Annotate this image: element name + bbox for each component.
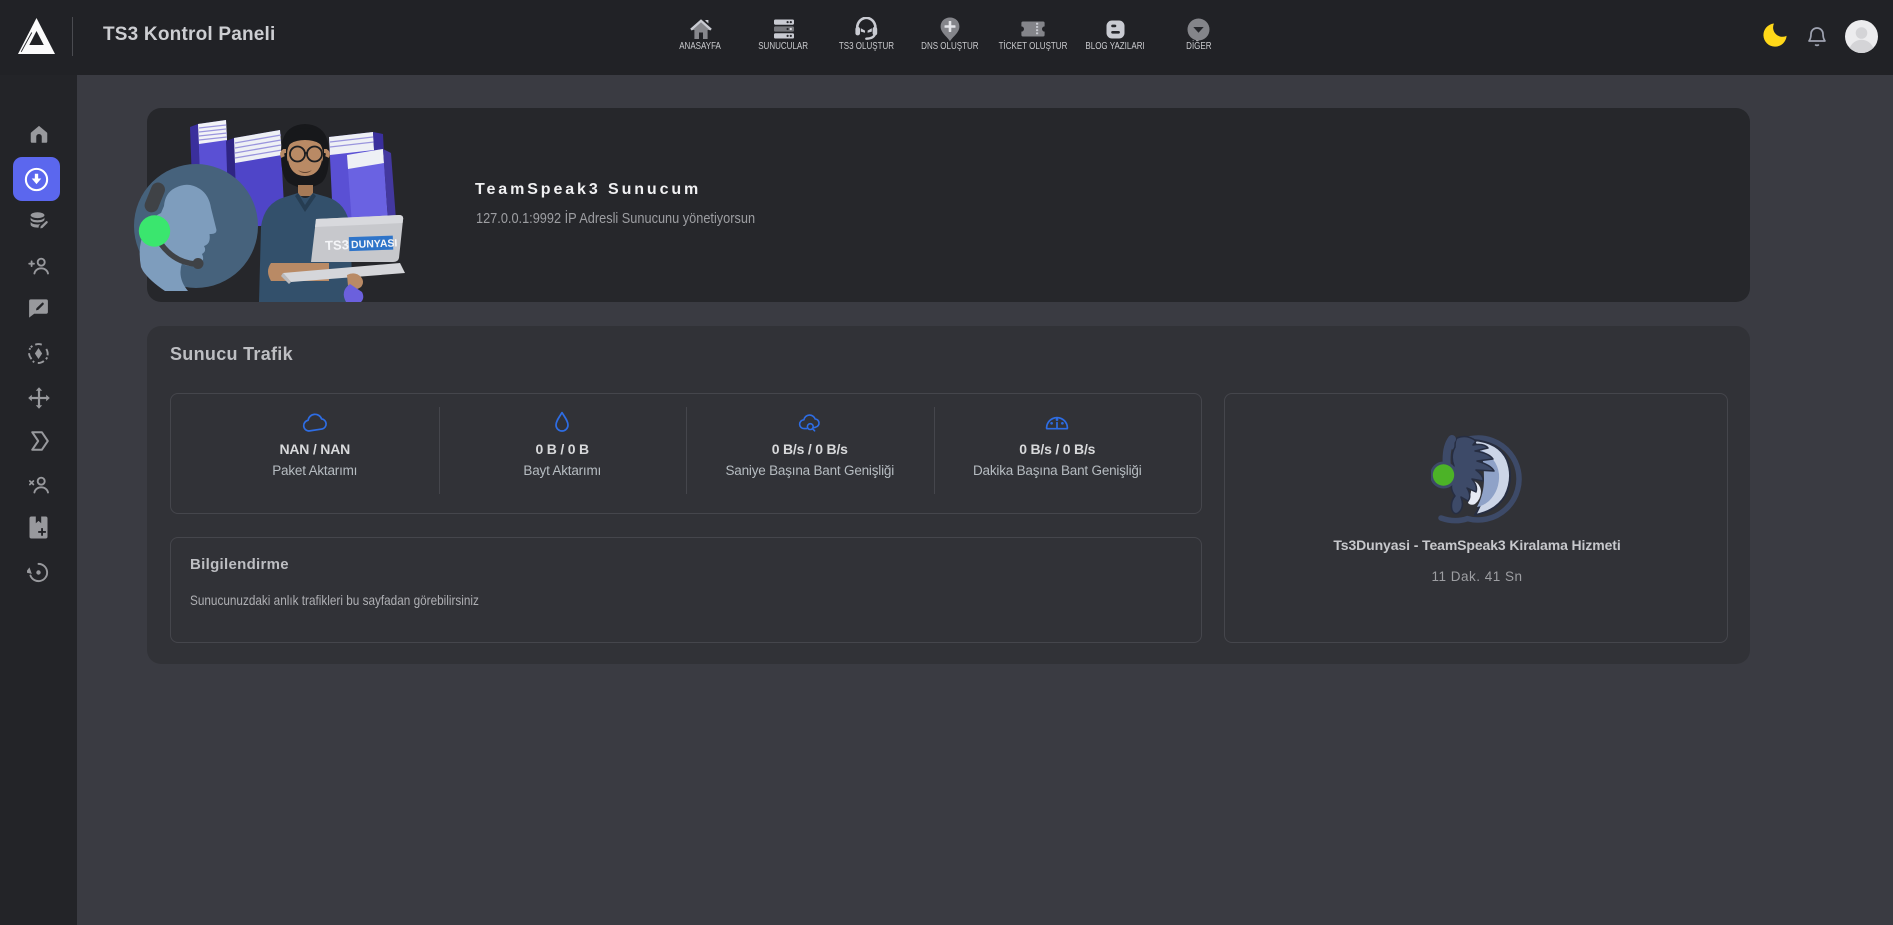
svg-text:TS3: TS3	[325, 237, 349, 253]
svg-text:DUNYASI: DUNYASI	[351, 237, 398, 251]
